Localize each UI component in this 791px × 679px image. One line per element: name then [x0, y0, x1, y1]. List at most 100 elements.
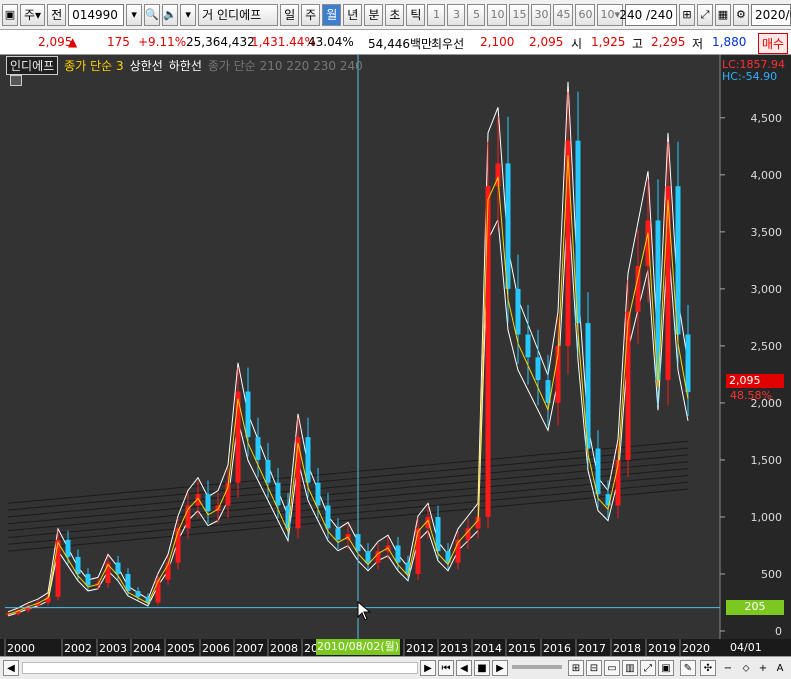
crosshair-date-tag: 2010/08/02(월) — [316, 639, 400, 655]
candle-body — [395, 545, 401, 563]
decrease-button[interactable]: − — [720, 660, 736, 676]
name-prefix: 거 — [202, 8, 214, 22]
move-handle-icon[interactable]: ⬦ — [738, 660, 754, 676]
interval-15[interactable]: 15 — [509, 3, 530, 26]
chart-settings-icon[interactable]: ⊞ — [678, 3, 695, 26]
candle-body — [535, 357, 541, 381]
legend-ma: 종가 단순 3 — [64, 59, 124, 73]
zoom-in-icon[interactable]: ⊞ — [568, 660, 584, 676]
scroll-left-button[interactable]: ◀ — [3, 660, 19, 676]
y-tick-label: 0 — [775, 625, 782, 638]
candle-body — [75, 556, 81, 574]
candle-body — [635, 266, 641, 312]
candle-body — [505, 163, 511, 289]
candle-body — [155, 579, 161, 603]
interval-5[interactable]: 5 — [467, 3, 486, 26]
range-input[interactable]: 240 /240 — [619, 3, 677, 26]
chart-compare-icon[interactable]: ⤢ — [696, 3, 713, 26]
period-day[interactable]: 일 — [280, 3, 300, 26]
legend-lower: 하한선 — [168, 59, 202, 73]
count-value: 10 — [600, 8, 615, 21]
edit-icon[interactable]: ✎ — [680, 660, 696, 676]
x-tick-label: 2015 — [508, 642, 536, 655]
market-select[interactable]: 주 ▾ — [20, 3, 46, 26]
x-tick-label: 2007 — [236, 642, 264, 655]
table-icon[interactable] — [10, 75, 22, 86]
volume: 25,364,432 — [186, 35, 255, 49]
candle-body — [305, 437, 311, 483]
speed-slider[interactable] — [512, 665, 562, 669]
zoom-out-icon[interactable]: ⊟ — [586, 660, 602, 676]
trade-amount: 54,446백만 — [368, 37, 433, 51]
candle-body — [565, 140, 571, 346]
best-ask: 2,100 — [480, 35, 515, 49]
stop-button[interactable]: ■ — [474, 660, 490, 676]
low-label: 저 — [692, 37, 704, 51]
search-icon[interactable]: 🔍 — [144, 3, 161, 26]
price-chart[interactable]: 4,500 4,000 3,500 3,000 2,500 2,000 1,500 1,000… — [0, 55, 791, 656]
candle-body — [485, 186, 491, 517]
best-label: 최우선 — [431, 37, 465, 51]
candle-body — [275, 482, 281, 506]
period-week[interactable]: 주 — [301, 3, 321, 26]
y-tick-label: 2,500 — [751, 340, 783, 353]
legend-upper: 상한선 — [129, 59, 163, 73]
prefix-button[interactable]: 전 — [47, 3, 67, 26]
interval-10[interactable]: 10 — [487, 3, 508, 26]
x-tick-label: 2004 — [133, 642, 161, 655]
period-month[interactable]: 월 — [322, 3, 342, 26]
window-menu-icon[interactable]: ▣ — [2, 3, 18, 26]
stock-name: 인디에프 — [217, 8, 262, 22]
x-tick-label: 2016 — [543, 642, 571, 655]
buy-button[interactable]: 매수 — [758, 33, 789, 54]
move-icon[interactable]: ✣ — [700, 660, 716, 676]
layout-icon[interactable]: ▥ — [622, 660, 638, 676]
speaker-icon[interactable]: 🔈 — [162, 3, 179, 26]
scroll-bar: ◀ ▶ ⏮ ◀ ■ ▶ ⊞ ⊟ ▭ ▥ ⤢ ▣ ✎ ✣ − ⬦ + A — [0, 656, 791, 679]
y-tick-label: 3,500 — [751, 226, 783, 239]
x-tick-label: 2013 — [440, 642, 468, 655]
candle-body — [115, 562, 121, 574]
date-input[interactable]: 2020/0 — [750, 3, 791, 26]
interval-60[interactable]: 60 — [575, 3, 596, 26]
y-tick-label: 500 — [761, 568, 782, 581]
x-tick-label: 2019 — [648, 642, 676, 655]
candle-body — [55, 539, 61, 597]
gear-icon[interactable]: ⚙ — [732, 3, 749, 26]
expand-icon[interactable]: ⤢ — [640, 660, 656, 676]
window-icon[interactable]: ▣ — [658, 660, 674, 676]
play-button[interactable]: ▶ — [492, 660, 508, 676]
interval-45[interactable]: 45 — [553, 3, 574, 26]
scroll-track[interactable] — [22, 662, 418, 674]
period-year[interactable]: 년 — [343, 3, 363, 26]
y-tick-label: 1,000 — [751, 511, 783, 524]
increase-button[interactable]: + — [755, 660, 771, 676]
x-tick-label: 2020 — [682, 642, 710, 655]
turnover-ratio: 43.04% — [308, 35, 354, 49]
change-value: 175 — [107, 35, 130, 49]
period-minute[interactable]: 분 — [364, 3, 384, 26]
grid-icon[interactable]: ▦ — [714, 3, 731, 26]
step-back-button[interactable]: ◀ — [456, 660, 472, 676]
y-tick-label: 4,500 — [751, 112, 783, 125]
rewind-button[interactable]: ⏮ — [438, 660, 454, 676]
period-tick[interactable]: 틱 — [406, 3, 426, 26]
y-tick-label: 1,500 — [751, 454, 783, 467]
x-tick-label: 2005 — [167, 642, 195, 655]
right-date: 04/01 — [730, 641, 762, 654]
x-tick-label: 2017 — [578, 642, 606, 655]
fit-icon[interactable]: ▭ — [604, 660, 620, 676]
candle-body — [265, 459, 271, 483]
code-dropdown-icon[interactable]: ▾ — [126, 3, 143, 26]
interval-1[interactable]: 1 — [427, 3, 446, 26]
scroll-right-button[interactable]: ▶ — [420, 660, 436, 676]
interval-3[interactable]: 3 — [447, 3, 466, 26]
font-size-button[interactable]: A — [772, 660, 788, 676]
code-input[interactable]: 014990 — [68, 3, 125, 26]
speaker-dropdown-icon[interactable]: ▾ — [180, 3, 197, 26]
candle-body — [365, 551, 371, 563]
best-bid: 2,095 — [529, 35, 564, 49]
interval-30[interactable]: 30 — [531, 3, 552, 26]
period-second[interactable]: 초 — [385, 3, 405, 26]
stock-name-field[interactable]: 거 인디에프 — [198, 3, 279, 26]
